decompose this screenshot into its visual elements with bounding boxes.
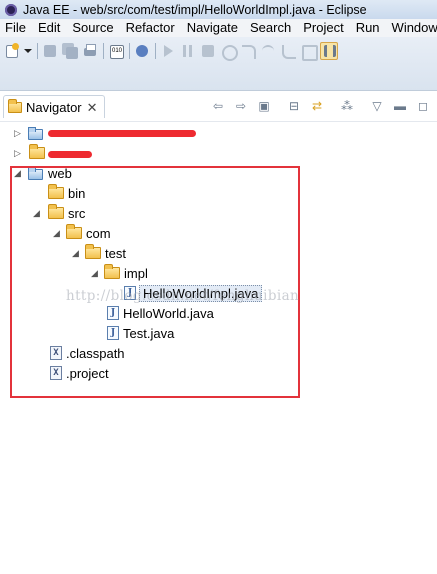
- menu-project[interactable]: Project: [297, 19, 349, 37]
- tree-item-label: HelloWorldImpl.java: [139, 284, 263, 302]
- save-icon[interactable]: [42, 43, 58, 59]
- link-with-editor-icon[interactable]: ⇄: [309, 99, 325, 113]
- step-return-icon[interactable]: [280, 43, 296, 59]
- maximize-icon[interactable]: ◻: [415, 99, 431, 113]
- tree-item-helloworld-java[interactable]: J HelloWorld.java: [107, 303, 214, 323]
- resume-icon[interactable]: [160, 43, 176, 59]
- close-icon[interactable]: ✕: [87, 101, 98, 114]
- java-file-icon: J: [107, 306, 119, 320]
- tree-item-label: src: [68, 205, 86, 221]
- redaction-mark: [48, 130, 196, 137]
- menu-navigate[interactable]: Navigate: [181, 19, 244, 37]
- tree-item-label: com: [86, 225, 111, 241]
- use-step-filters-icon[interactable]: [320, 42, 338, 60]
- toolbar-separator: [155, 43, 156, 59]
- project-icon: [28, 166, 44, 180]
- tab-navigator-label: Navigator: [26, 99, 82, 115]
- toolbar-separator: [129, 43, 130, 59]
- step-over-icon[interactable]: [260, 43, 276, 59]
- collapse-arrow-icon[interactable]: ◢: [71, 249, 80, 258]
- debug-icon[interactable]: [134, 43, 150, 59]
- view-toolbar: ⇦ ⇨ ▣ ⊟ ⇄ ⁂ ▽ ▬ ◻: [203, 99, 431, 113]
- folder-icon: [85, 244, 101, 259]
- menu-run[interactable]: Run: [350, 19, 386, 37]
- collapse-arrow-icon[interactable]: ◢: [90, 269, 99, 278]
- new-wizard-icon[interactable]: [4, 43, 20, 59]
- folder-icon: [29, 144, 45, 159]
- tree-item-test-java[interactable]: J Test.java: [107, 323, 174, 343]
- folder-icon: [48, 184, 64, 199]
- tree-item-bin[interactable]: bin: [48, 183, 85, 203]
- title-bar: Java EE - web/src/com/test/impl/HelloWor…: [0, 0, 437, 19]
- view-menu-icon[interactable]: ▽: [369, 99, 385, 113]
- drop-to-frame-icon[interactable]: [300, 43, 318, 61]
- tree-item-label: impl: [124, 265, 148, 281]
- menu-window[interactable]: Window: [386, 19, 437, 37]
- up-icon[interactable]: ▣: [256, 99, 272, 113]
- save-all-icon[interactable]: [62, 43, 78, 59]
- toolbar-separator: [103, 43, 104, 59]
- folder-icon: [48, 204, 64, 219]
- forward-icon[interactable]: ⇨: [233, 99, 249, 113]
- toolbar: 010: [0, 37, 437, 91]
- tree-item-test[interactable]: ◢ test: [71, 243, 126, 263]
- tree-item-com[interactable]: ◢ com: [52, 223, 111, 243]
- tree-item-helloworldimpl-java[interactable]: J HelloWorldImpl.java: [124, 283, 263, 303]
- folder-icon: [104, 264, 120, 279]
- tree-item-label: web: [48, 165, 72, 181]
- tree-item-redacted-folder[interactable]: ▷: [13, 143, 49, 163]
- collapse-arrow-icon[interactable]: ◢: [32, 209, 41, 218]
- minimize-icon[interactable]: ▬: [392, 99, 408, 113]
- tree-item-label: .classpath: [66, 345, 125, 361]
- navigator-icon: [8, 98, 22, 113]
- tree-item-project[interactable]: X .project: [50, 363, 109, 383]
- terminate-icon[interactable]: [200, 43, 216, 59]
- menu-edit[interactable]: Edit: [32, 19, 66, 37]
- tree-item-web[interactable]: ◢ web: [13, 163, 72, 183]
- print-icon[interactable]: [82, 43, 98, 59]
- java-file-icon: J: [124, 286, 136, 300]
- tree-item-redacted-project[interactable]: ▷: [13, 123, 48, 143]
- java-file-icon: J: [107, 326, 119, 340]
- tab-navigator[interactable]: Navigator ✕: [3, 95, 105, 118]
- tree-item-classpath[interactable]: X .classpath: [50, 343, 125, 363]
- window-title: Java EE - web/src/com/test/impl/HelloWor…: [23, 2, 367, 17]
- collapse-all-icon[interactable]: ⊟: [286, 99, 302, 113]
- xml-file-icon: X: [50, 366, 62, 380]
- tree-item-label: bin: [68, 185, 86, 201]
- tree-item-src[interactable]: ◢ src: [32, 203, 85, 223]
- navigator-tree: ▷ ▷ ◢ web bin ◢ src ◢ com ◢ test ◢ impl …: [0, 122, 437, 574]
- project-icon: [28, 126, 44, 140]
- step-into-icon[interactable]: [240, 43, 256, 59]
- folder-icon: [66, 224, 82, 239]
- back-icon[interactable]: ⇦: [210, 99, 226, 113]
- filter-icon[interactable]: ⁂: [339, 99, 355, 113]
- collapse-arrow-icon[interactable]: ◢: [52, 229, 61, 238]
- redaction-mark: [48, 151, 92, 158]
- tree-item-label: HelloWorld.java: [123, 305, 214, 321]
- tree-item-impl[interactable]: ◢ impl: [90, 263, 148, 283]
- tree-item-label: Test.java: [123, 325, 175, 341]
- eclipse-icon: [5, 3, 17, 16]
- tree-item-label: test: [105, 245, 126, 261]
- expand-arrow-icon[interactable]: ▷: [13, 129, 22, 138]
- expand-arrow-icon[interactable]: ▷: [13, 149, 22, 158]
- menu-bar: File Edit Source Refactor Navigate Searc…: [0, 19, 437, 38]
- collapse-arrow-icon[interactable]: ◢: [13, 169, 22, 178]
- menu-file[interactable]: File: [0, 19, 32, 37]
- navigator-view-header: Navigator ✕ ⇦ ⇨ ▣ ⊟ ⇄ ⁂ ▽ ▬ ◻: [0, 91, 437, 122]
- disconnect-icon[interactable]: [220, 43, 238, 61]
- menu-refactor[interactable]: Refactor: [120, 19, 181, 37]
- toolbar-separator: [37, 43, 38, 59]
- menu-source[interactable]: Source: [66, 19, 119, 37]
- xml-file-icon: X: [50, 346, 62, 360]
- tree-item-label: .project: [66, 365, 109, 381]
- binary-icon[interactable]: 010: [108, 43, 124, 59]
- suspend-icon[interactable]: [180, 43, 196, 59]
- dropdown-arrow-icon[interactable]: [24, 43, 32, 59]
- menu-search[interactable]: Search: [244, 19, 297, 37]
